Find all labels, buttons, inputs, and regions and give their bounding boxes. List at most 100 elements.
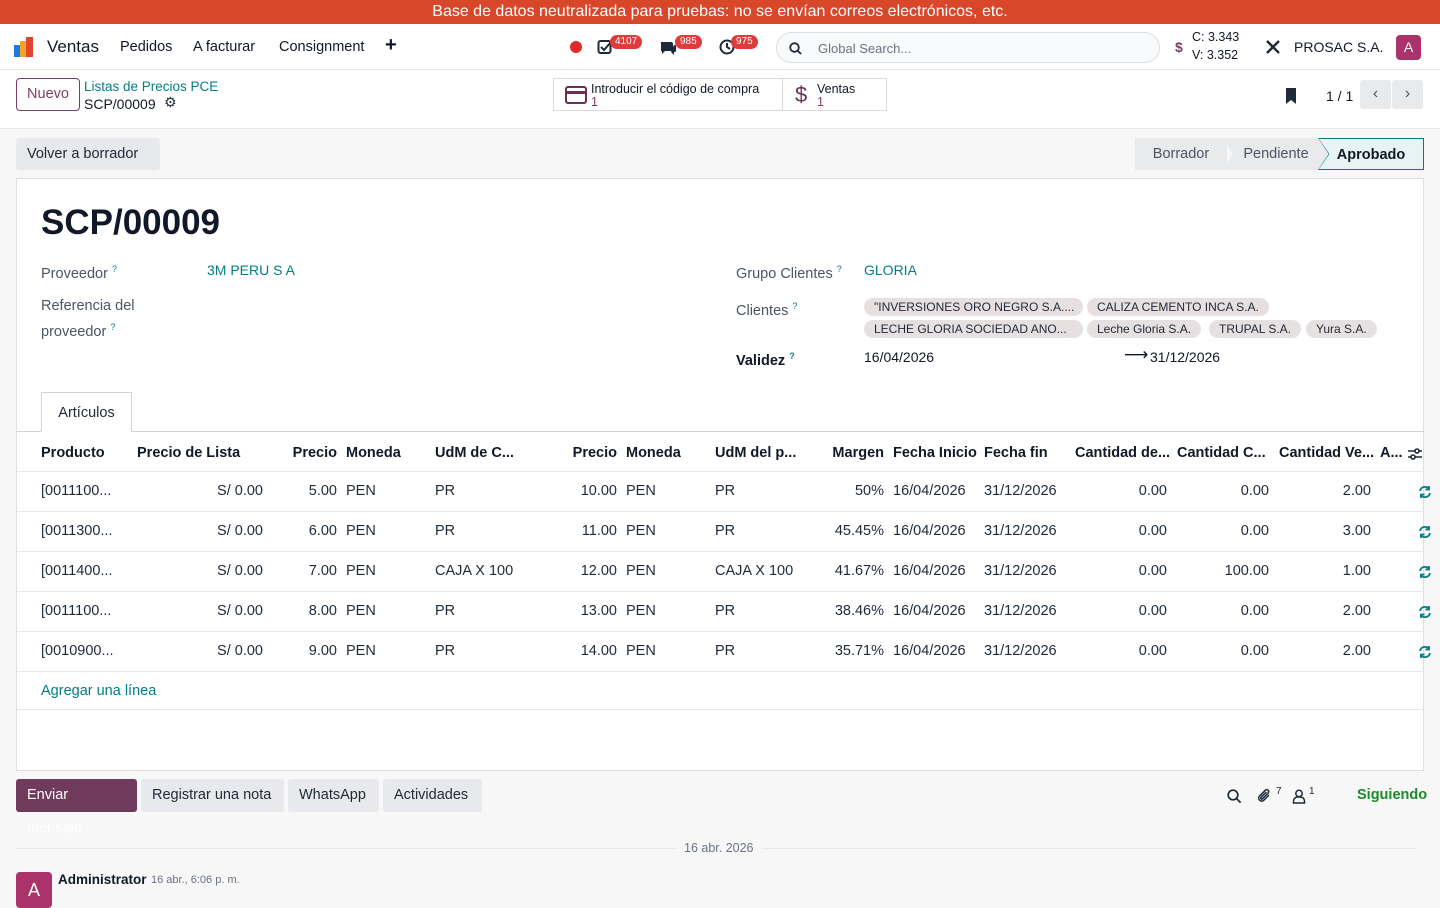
cell-precio-compra[interactable]: 5.00 xyxy=(257,483,337,499)
cell-cantidad-c[interactable]: 0.00 xyxy=(1177,483,1269,499)
pager-value[interactable]: 1 / 1 xyxy=(1326,88,1353,104)
cell-udm-venta[interactable]: PR xyxy=(715,523,815,539)
paperclip-icon[interactable] xyxy=(1257,788,1272,805)
menu-pedidos[interactable]: Pedidos xyxy=(120,39,172,55)
cell-moneda-venta[interactable]: PEN xyxy=(626,523,706,539)
cell-moneda-venta[interactable]: PEN xyxy=(626,563,706,579)
column-header-margen[interactable]: Margen xyxy=(804,445,884,461)
pager-previous-button[interactable]: ‹ xyxy=(1360,80,1391,109)
refresh-icon[interactable] xyxy=(1418,485,1432,499)
cliente-tag[interactable]: LECHE GLORIA SOCIEDAD ANO... xyxy=(864,320,1083,338)
new-button[interactable]: Nuevo xyxy=(16,78,80,111)
log-note-button[interactable]: Registrar una nota xyxy=(141,779,284,812)
cell-udm-compra[interactable]: PR xyxy=(435,523,535,539)
pager-next-button[interactable]: › xyxy=(1392,80,1423,109)
cell-cantidad-c[interactable]: 0.00 xyxy=(1177,603,1269,619)
cell-udm-compra[interactable]: CAJA X 100 xyxy=(435,563,535,579)
cell-margen[interactable]: 45.45% xyxy=(804,523,884,539)
cell-cantidad-ve[interactable]: 2.00 xyxy=(1279,483,1371,499)
cell-fecha-inicio[interactable]: 16/04/2026 xyxy=(893,563,978,579)
following-button[interactable]: Siguiendo xyxy=(1357,787,1427,803)
cell-cantidad-c[interactable]: 0.00 xyxy=(1177,643,1269,659)
cell-fecha-fin[interactable]: 31/12/2026 xyxy=(984,603,1069,619)
stage-pendiente[interactable]: Pendiente xyxy=(1224,138,1328,170)
smart-button-codigo-compra[interactable]: Introducir el código de compra 1 xyxy=(553,78,783,111)
cell-margen[interactable]: 50% xyxy=(804,483,884,499)
cell-moneda-compra[interactable]: PEN xyxy=(346,523,426,539)
cell-cantidad-ve[interactable]: 2.00 xyxy=(1279,603,1371,619)
refresh-icon[interactable] xyxy=(1418,605,1432,619)
help-icon[interactable]: ? xyxy=(112,264,117,274)
column-header-a[interactable]: A... xyxy=(1380,445,1403,461)
cell-moneda-compra[interactable]: PEN xyxy=(346,643,426,659)
column-header-precio-lista[interactable]: Precio de Lista xyxy=(137,445,240,461)
recording-dot-icon[interactable] xyxy=(570,41,582,53)
message-author[interactable]: Administrator xyxy=(58,872,147,887)
cell-precio-lista[interactable]: S/ 0.00 xyxy=(137,483,263,499)
validez-start-field[interactable]: 16/04/2026 xyxy=(864,349,934,365)
cliente-tag[interactable]: TRUPAL S.A. xyxy=(1209,320,1302,338)
menu-consignment[interactable]: Consignment xyxy=(279,39,364,55)
cell-fecha-inicio[interactable]: 16/04/2026 xyxy=(893,643,978,659)
cell-producto[interactable]: [0010900... xyxy=(41,643,121,659)
cell-precio-lista[interactable]: S/ 0.00 xyxy=(137,643,263,659)
cell-cantidad-ve[interactable]: 2.00 xyxy=(1279,643,1371,659)
cell-moneda-compra[interactable]: PEN xyxy=(346,563,426,579)
bookmark-icon[interactable] xyxy=(1283,87,1299,105)
search-messages-icon[interactable] xyxy=(1227,789,1242,804)
help-icon[interactable]: ? xyxy=(792,301,797,311)
cell-margen[interactable]: 35.71% xyxy=(804,643,884,659)
validez-end-field[interactable]: 31/12/2026 xyxy=(1150,349,1220,365)
cell-moneda-venta[interactable]: PEN xyxy=(626,643,706,659)
cell-precio-compra[interactable]: 9.00 xyxy=(257,643,337,659)
cell-cantidad-de[interactable]: 0.00 xyxy=(1075,523,1167,539)
reset-to-draft-button[interactable]: Volver a borrador xyxy=(16,138,160,170)
cell-cantidad-ve[interactable]: 1.00 xyxy=(1279,563,1371,579)
activities-button[interactable]: Actividades xyxy=(383,779,482,812)
cell-moneda-venta[interactable]: PEN xyxy=(626,603,706,619)
proveedor-field[interactable]: 3M PERU S A xyxy=(207,262,295,278)
followers-icon[interactable] xyxy=(1292,789,1306,804)
company-switcher[interactable]: PROSAC S.A. xyxy=(1294,39,1383,55)
new-menu-plus-icon[interactable]: + xyxy=(385,34,397,57)
refresh-icon[interactable] xyxy=(1418,645,1432,659)
cell-precio-venta[interactable]: 13.00 xyxy=(537,603,617,619)
refresh-icon[interactable] xyxy=(1418,565,1432,579)
column-header-cantidad-ve[interactable]: Cantidad Ve... xyxy=(1279,445,1374,461)
cell-fecha-fin[interactable]: 31/12/2026 xyxy=(984,483,1069,499)
cliente-tag[interactable]: Leche Gloria S.A. xyxy=(1087,320,1202,338)
cell-precio-venta[interactable]: 10.00 xyxy=(537,483,617,499)
cell-udm-compra[interactable]: PR xyxy=(435,483,535,499)
cell-margen[interactable]: 38.46% xyxy=(804,603,884,619)
optional-columns-icon[interactable] xyxy=(1407,446,1423,462)
menu-a-facturar[interactable]: A facturar xyxy=(193,39,255,55)
refresh-icon[interactable] xyxy=(1418,525,1432,539)
app-name[interactable]: Ventas xyxy=(47,37,99,57)
cell-producto[interactable]: [0011100... xyxy=(41,483,121,499)
cell-producto[interactable]: [0011100... xyxy=(41,603,121,619)
cell-moneda-venta[interactable]: PEN xyxy=(626,483,706,499)
column-header-udm-venta[interactable]: UdM del p... xyxy=(715,445,796,461)
cell-udm-compra[interactable]: PR xyxy=(435,643,535,659)
whatsapp-button[interactable]: WhatsApp xyxy=(288,779,379,812)
cell-precio-compra[interactable]: 6.00 xyxy=(257,523,337,539)
cell-moneda-compra[interactable]: PEN xyxy=(346,603,426,619)
cell-cantidad-de[interactable]: 0.00 xyxy=(1075,483,1167,499)
cell-udm-compra[interactable]: PR xyxy=(435,603,535,619)
cell-cantidad-de[interactable]: 0.00 xyxy=(1075,643,1167,659)
stage-borrador[interactable]: Borrador xyxy=(1135,138,1227,170)
tools-icon[interactable] xyxy=(1265,39,1281,55)
column-header-cantidad-c[interactable]: Cantidad C... xyxy=(1177,445,1266,461)
cell-precio-lista[interactable]: S/ 0.00 xyxy=(137,523,263,539)
user-avatar[interactable]: A xyxy=(1396,35,1421,60)
cell-fecha-fin[interactable]: 31/12/2026 xyxy=(984,643,1069,659)
cell-moneda-compra[interactable]: PEN xyxy=(346,483,426,499)
cliente-tag[interactable]: Yura S.A. xyxy=(1306,320,1377,338)
cell-precio-compra[interactable]: 7.00 xyxy=(257,563,337,579)
help-icon[interactable]: ? xyxy=(789,351,795,361)
column-header-moneda-compra[interactable]: Moneda xyxy=(346,445,401,461)
cell-fecha-inicio[interactable]: 16/04/2026 xyxy=(893,603,978,619)
cell-fecha-inicio[interactable]: 16/04/2026 xyxy=(893,523,978,539)
cell-precio-venta[interactable]: 11.00 xyxy=(537,523,617,539)
stage-aprobado[interactable]: Aprobado xyxy=(1319,139,1423,169)
